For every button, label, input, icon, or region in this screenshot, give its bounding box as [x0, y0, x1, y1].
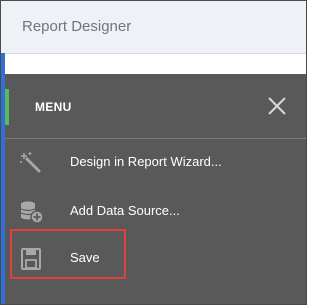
menu-title: MENU: [35, 100, 72, 114]
menu-active-indicator: [5, 89, 9, 125]
menu-item-label: Save: [70, 250, 100, 265]
menu-item-design-in-report-wizard[interactable]: Design in Report Wizard...: [5, 143, 306, 183]
content-strip: [5, 54, 306, 74]
menu-item-save[interactable]: Save: [5, 239, 306, 279]
menu-item-label: Design in Report Wizard...: [70, 154, 222, 169]
window-title: Report Designer: [22, 18, 132, 35]
menu-item-label: Add Data Source...: [70, 203, 180, 218]
floppy-save-icon: [19, 247, 45, 271]
title-bar: Report Designer: [1, 1, 306, 54]
menu-divider: [5, 138, 306, 139]
close-icon: [268, 97, 286, 115]
menu-panel: MENU Design in Report Wizard... Add Data…: [5, 74, 306, 304]
report-designer-window: Report Designer MENU Design in Report Wi…: [0, 0, 307, 305]
close-menu-button[interactable]: [265, 94, 289, 118]
magic-wand-icon: [19, 151, 45, 175]
menu-item-add-data-source[interactable]: Add Data Source...: [5, 192, 306, 232]
add-database-icon: [19, 200, 45, 224]
